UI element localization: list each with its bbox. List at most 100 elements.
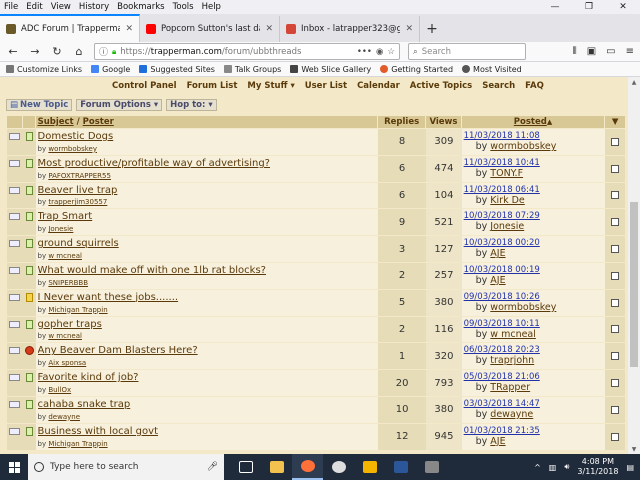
url-text[interactable]: https://trapperman.com/forum/ubbthreads — [120, 47, 353, 57]
sort-replies-link[interactable]: Replies — [378, 116, 427, 128]
post-date-link[interactable]: 11/03/2018 06:41 — [464, 185, 604, 195]
sort-subject-link[interactable]: Subject — [38, 117, 74, 127]
scroll-down-icon[interactable]: ▼ — [628, 444, 640, 454]
topic-checkbox[interactable] — [611, 164, 620, 173]
last-poster-link[interactable]: TRapper — [490, 382, 530, 393]
post-date-link[interactable]: 10/03/2018 07:29 — [464, 211, 604, 221]
close-window-button[interactable]: ✕ — [606, 0, 640, 14]
topic-title-link[interactable]: gopher traps — [38, 319, 376, 330]
topic-checkbox[interactable] — [611, 298, 620, 307]
last-poster-link[interactable]: AJE — [490, 275, 505, 286]
file-explorer-icon[interactable] — [261, 454, 292, 480]
last-poster-link[interactable]: Jonesie — [490, 221, 524, 232]
taskbar-search[interactable]: Type here to search 🎤︎ — [28, 454, 224, 480]
nav-search[interactable]: Search — [482, 81, 515, 91]
post-date-link[interactable]: 05/03/2018 21:06 — [464, 372, 604, 382]
bookmark-suggested-sites[interactable]: Suggested Sites — [139, 65, 215, 74]
topic-title-link[interactable]: I Never want these jobs....... — [38, 292, 376, 303]
sort-poster-link[interactable]: Poster — [83, 117, 114, 127]
author-link[interactable]: Aix sponsa — [48, 359, 86, 367]
topic-checkbox[interactable] — [611, 325, 620, 334]
topic-title-link[interactable]: Beaver live trap — [38, 185, 376, 196]
minimize-button[interactable]: — — [538, 0, 572, 14]
author-link[interactable]: dewayne — [48, 413, 80, 421]
topic-checkbox[interactable] — [611, 379, 620, 388]
tray-expand-icon[interactable]: ^ — [534, 463, 541, 472]
menu-file[interactable]: File — [0, 2, 22, 12]
close-tab-icon[interactable]: ✕ — [265, 24, 273, 34]
library-icon[interactable]: ⫴ — [573, 46, 577, 57]
topic-checkbox[interactable] — [611, 245, 620, 254]
topic-title-link[interactable]: Any Beaver Dam Blasters Here? — [38, 345, 376, 356]
close-tab-icon[interactable]: ✕ — [405, 24, 413, 34]
page-scrollbar[interactable]: ▲ ▼ — [628, 77, 640, 454]
scroll-up-icon[interactable]: ▲ — [628, 77, 640, 87]
chrome-icon[interactable] — [323, 454, 354, 480]
topic-title-link[interactable]: Favorite kind of job? — [38, 372, 376, 383]
topic-checkbox[interactable] — [611, 218, 620, 227]
nav-active-topics[interactable]: Active Topics — [410, 81, 472, 91]
menu-history[interactable]: History — [75, 2, 113, 12]
extension-icon[interactable]: ▣ — [587, 46, 596, 57]
post-date-link[interactable]: 11/03/2018 11:08 — [464, 131, 604, 141]
last-poster-link[interactable]: w mcneal — [490, 329, 536, 340]
hop-to-button[interactable]: Hop to: ▾ — [166, 99, 217, 111]
new-tab-button[interactable]: + — [420, 16, 444, 42]
tab-adc-forum[interactable]: ADC Forum | Trapperman.com ✕ — [0, 14, 140, 42]
nav-control-panel[interactable]: Control Panel — [112, 81, 177, 91]
sort-views-link[interactable]: Views — [426, 116, 462, 128]
nav-calendar[interactable]: Calendar — [357, 81, 400, 91]
author-link[interactable]: trapperjim30557 — [48, 198, 107, 206]
last-poster-link[interactable]: AJE — [490, 248, 505, 259]
topic-checkbox[interactable] — [611, 137, 620, 146]
nav-forum-list[interactable]: Forum List — [187, 81, 238, 91]
media-player-icon[interactable] — [354, 454, 385, 480]
reload-icon[interactable]: ↻ — [50, 45, 64, 59]
last-poster-link[interactable]: traprjohn — [490, 355, 534, 366]
taskbar-clock[interactable]: 4:08 PM 3/11/2018 — [577, 457, 618, 477]
home-icon[interactable]: ⌂ — [72, 45, 86, 59]
bookmark-star-icon[interactable]: ☆ — [387, 47, 395, 57]
author-link[interactable]: BullOx — [48, 386, 71, 394]
topic-title-link[interactable]: Domestic Dogs — [38, 131, 376, 142]
hamburger-menu-icon[interactable]: ≡ — [626, 46, 634, 57]
movie-app-icon[interactable] — [416, 454, 447, 480]
sidebar-icon[interactable]: ▭ — [606, 46, 615, 57]
scrollbar-thumb[interactable] — [630, 202, 638, 367]
bookmark-talk-groups[interactable]: Talk Groups — [223, 65, 281, 74]
post-date-link[interactable]: 03/03/2018 14:47 — [464, 399, 604, 409]
nav-faq[interactable]: FAQ — [525, 81, 544, 91]
word-icon[interactable] — [385, 454, 416, 480]
menu-tools[interactable]: Tools — [169, 2, 198, 12]
page-actions-icon[interactable]: ••• — [357, 47, 372, 57]
topic-checkbox[interactable] — [611, 191, 620, 200]
post-date-link[interactable]: 01/03/2018 21:35 — [464, 426, 604, 436]
post-date-link[interactable]: 09/03/2018 10:26 — [464, 292, 604, 302]
topic-checkbox[interactable] — [611, 352, 620, 361]
microphone-icon[interactable]: 🎤︎ — [207, 462, 218, 472]
bookmark-google[interactable]: Google — [91, 65, 130, 74]
new-topic-button[interactable]: ▤ New Topic — [6, 99, 73, 111]
last-poster-link[interactable]: TONY.F — [490, 168, 523, 179]
topic-title-link[interactable]: Trap Smart — [38, 211, 376, 222]
volume-icon[interactable]: 🔊︎ — [564, 462, 569, 472]
author-link[interactable]: w mcneal — [48, 252, 82, 260]
last-poster-link[interactable]: Kirk De — [490, 195, 524, 206]
tab-gmail[interactable]: Inbox - latrapper323@gmail.com ✕ — [280, 16, 420, 42]
table-menu-icon[interactable]: ▼ — [605, 116, 625, 128]
author-link[interactable]: SNIPERBBB — [48, 279, 88, 287]
topic-title-link[interactable]: cahaba snake trap — [38, 399, 376, 410]
post-date-link[interactable]: 10/03/2018 00:20 — [464, 238, 604, 248]
taskbar-search-input[interactable]: Type here to search — [50, 462, 138, 472]
pocket-icon[interactable]: ◉ — [376, 47, 383, 57]
author-link[interactable]: wormbobskey — [48, 145, 97, 153]
task-view-icon[interactable] — [230, 454, 261, 480]
topic-title-link[interactable]: Business with local govt — [38, 426, 376, 437]
topic-checkbox[interactable] — [611, 432, 620, 441]
close-tab-icon[interactable]: ✕ — [125, 24, 133, 34]
menu-edit[interactable]: Edit — [22, 2, 46, 12]
forum-options-button[interactable]: Forum Options ▾ — [76, 99, 163, 111]
search-input[interactable]: Search — [422, 47, 451, 57]
sort-posted-link[interactable]: Posted ▲ — [462, 116, 606, 128]
last-poster-link[interactable]: wormbobskey — [490, 141, 556, 152]
